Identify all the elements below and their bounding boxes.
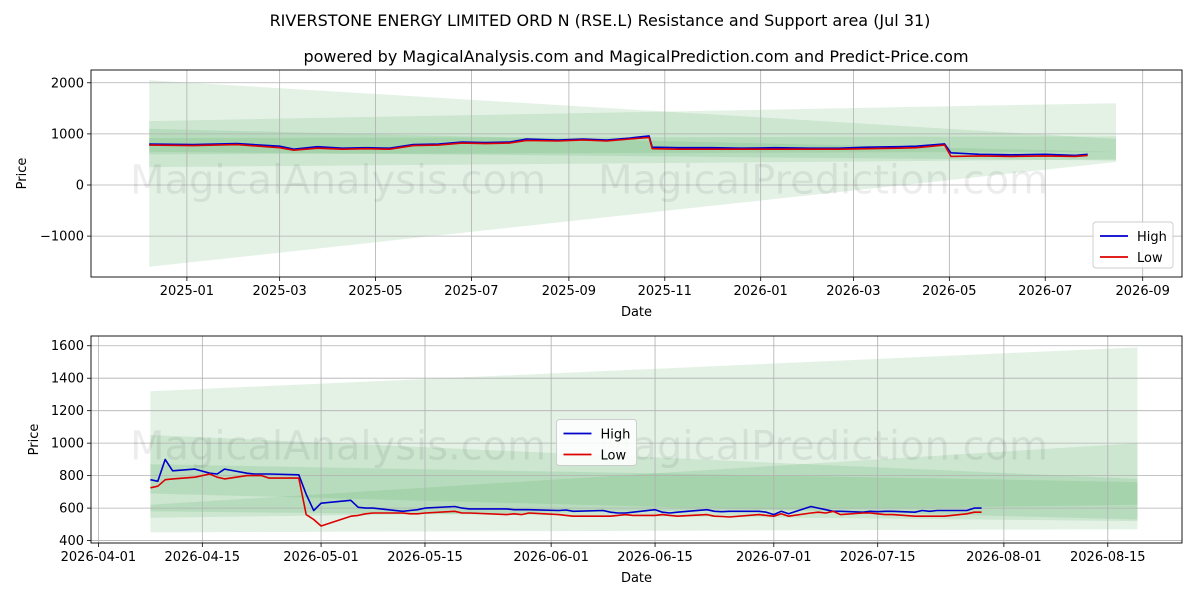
y-axis-label: Price xyxy=(27,424,42,456)
x-tick-label: 2025-05 xyxy=(348,284,402,299)
x-tick-label: 2026-07 xyxy=(1018,284,1072,299)
x-tick-label: 2026-09 xyxy=(1116,284,1170,299)
y-tick-label: 800 xyxy=(59,469,84,484)
x-tick-label: 2026-06-01 xyxy=(513,550,589,565)
y-tick-label: 1400 xyxy=(51,372,84,387)
x-tick-label: 2026-01 xyxy=(734,284,788,299)
x-tick-label: 2026-03 xyxy=(826,284,880,299)
x-tick-label: 2025-03 xyxy=(252,284,306,299)
bottom-chart: MagicalAnalysis.com MagicalPrediction.com… xyxy=(27,335,1183,586)
x-tick-label: 2026-07-15 xyxy=(840,550,916,565)
x-tick-label: 2026-04-01 xyxy=(61,550,137,565)
legend-label: Low xyxy=(1137,251,1163,266)
legend-label: High xyxy=(1137,230,1167,245)
x-tick-label: 2025-11 xyxy=(638,284,692,299)
y-tick-label: 400 xyxy=(59,534,84,549)
x-tick-label: 2026-07-01 xyxy=(736,550,812,565)
chart-title: RIVERSTONE ENERGY LIMITED ORD N (RSE.L) … xyxy=(270,11,931,30)
chart-canvas: RIVERSTONE ENERGY LIMITED ORD N (RSE.L) … xyxy=(15,11,1183,586)
y-tick-label: 600 xyxy=(59,502,84,517)
y-tick-label: 1200 xyxy=(51,404,84,419)
x-axis-label: Date xyxy=(621,571,652,586)
y-tick-label: 1000 xyxy=(51,127,84,142)
x-tick-label: 2026-08-15 xyxy=(1070,550,1146,565)
y-tick-label: −1000 xyxy=(40,230,84,245)
x-tick-label: 2026-08-01 xyxy=(966,550,1042,565)
x-tick-label: 2025-07 xyxy=(444,284,498,299)
y-tick-label: 1000 xyxy=(51,437,84,452)
top-chart: MagicalAnalysis.com MagicalPrediction.com… xyxy=(15,69,1183,320)
watermark-text: MagicalAnalysis.com xyxy=(130,424,546,470)
x-tick-label: 2026-05-01 xyxy=(283,550,359,565)
watermark-text: MagicalPrediction.com xyxy=(598,158,1048,204)
x-tick-label: 2026-04-15 xyxy=(165,550,241,565)
legend-label: Low xyxy=(601,449,627,464)
watermark-text: MagicalPrediction.com xyxy=(598,424,1048,470)
y-tick-label: 1600 xyxy=(51,339,84,354)
watermark-text: MagicalAnalysis.com xyxy=(130,158,546,204)
legend: High Low xyxy=(556,419,637,466)
x-tick-label: 2025-01 xyxy=(160,284,214,299)
legend: High Low xyxy=(1092,221,1174,269)
x-tick-label: 2026-05-15 xyxy=(387,550,463,565)
y-tick-label: 0 xyxy=(76,179,84,194)
x-axis-label: Date xyxy=(621,305,652,320)
chart-subtitle: powered by MagicalAnalysis.com and Magic… xyxy=(303,47,968,66)
x-tick-label: 2026-06-15 xyxy=(617,550,693,565)
x-tick-label: 2026-05 xyxy=(922,284,976,299)
y-tick-label: 2000 xyxy=(51,76,84,91)
x-tick-label: 2025-09 xyxy=(542,284,596,299)
plot-area: MagicalAnalysis.com MagicalPrediction.com xyxy=(91,70,1182,277)
y-axis-label: Price xyxy=(15,158,30,190)
legend-label: High xyxy=(601,428,631,443)
